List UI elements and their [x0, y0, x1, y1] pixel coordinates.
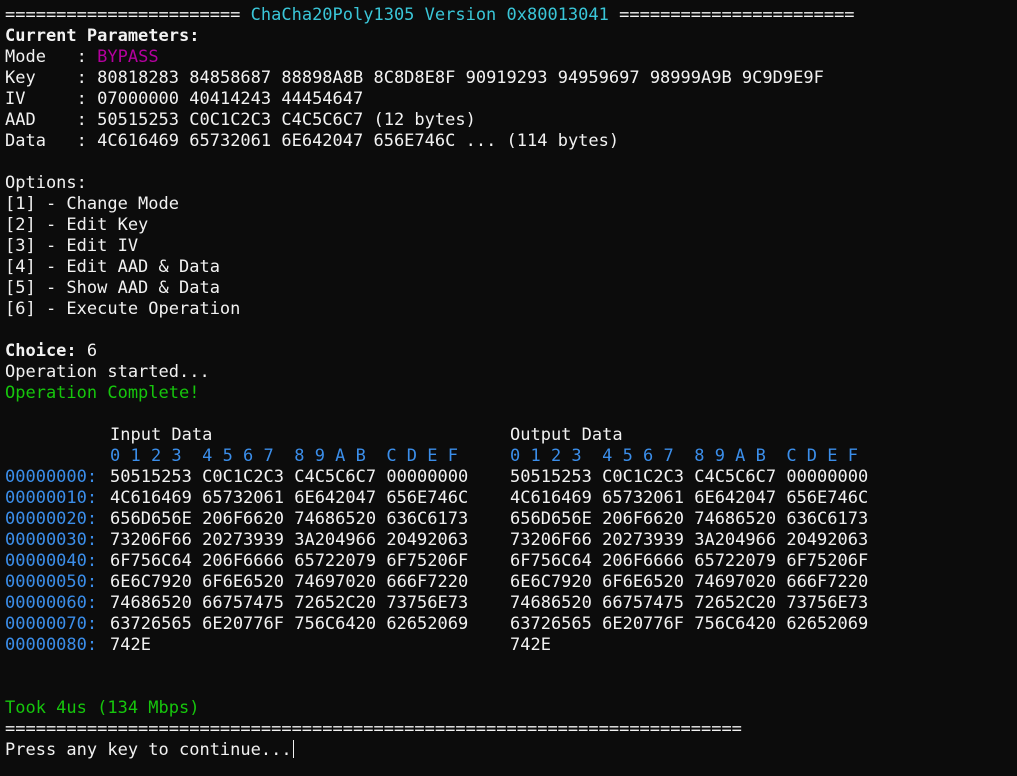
header-banner: ======================= ChaCha20Poly1305…	[5, 5, 1017, 26]
dump-row: 00000080: 742E 742E	[5, 635, 1017, 656]
output-hex: 656D656E 206F6620 74686520 636C6173	[510, 509, 869, 529]
param-row-mode: Mode : BYPASS	[5, 47, 1017, 68]
option-edit-iv: [3] - Edit IV	[5, 236, 139, 256]
row-address: 00000030:	[5, 530, 98, 550]
option-show-aad-data: [5] - Show AAD & Data	[5, 278, 220, 298]
data-value: 4C616469 65732061 6E642047 656E746C ... …	[97, 131, 620, 151]
params-heading: Current Parameters:	[5, 26, 200, 46]
dump-row: 00000050: 6E6C7920 6F6E6520 74697020 666F…	[5, 572, 1017, 593]
output-hex: 742E	[510, 635, 551, 655]
output-hex: 6E6C7920 6F6E6520 74697020 666F7220	[510, 572, 869, 592]
output-hex: 73206F66 20273939 3A204966 20492063	[510, 530, 869, 550]
param-row-key: Key : 80818283 84858687 88898A8B 8C8D8E8…	[5, 68, 1017, 89]
input-hex: 63726565 6E20776F 756C6420 62652069	[110, 614, 469, 634]
param-label: Key	[5, 68, 77, 88]
dump-row: 00000000: 50515253 C0C1C2C3 C4C5C6C7 0000…	[5, 467, 1017, 488]
option-execute-operation: [6] - Execute Operation	[5, 299, 241, 319]
param-separator: :	[76, 68, 98, 88]
output-hex: 63726565 6E20776F 756C6420 62652069	[510, 614, 869, 634]
choice-label: Choice:	[5, 341, 77, 361]
row-address: 00000040:	[5, 551, 98, 571]
choice-line: Choice: 6	[5, 341, 1017, 362]
aad-value: 50515253 C0C1C2C3 C4C5C6C7 (12 bytes)	[97, 110, 476, 130]
input-hex-header: 0 1 2 3 4 5 6 7 8 9 A B C D E F	[110, 446, 458, 466]
dump-row: 00000010: 4C616469 65732061 6E642047 656E…	[5, 488, 1017, 509]
row-address: 00000080:	[5, 635, 98, 655]
header-title: ChaCha20Poly1305 Version 0x80013041	[250, 5, 609, 25]
option-change-mode: [1] - Change Mode	[5, 194, 179, 214]
header-left-rule: =======================	[5, 5, 241, 25]
row-address: 00000020:	[5, 509, 98, 529]
dump-row: 00000060: 74686520 66757475 72652C20 7375…	[5, 593, 1017, 614]
operation-started: Operation started...	[5, 362, 210, 382]
param-row-iv: IV : 07000000 40414243 44454647	[5, 89, 1017, 110]
output-hex: 6F756C64 206F6666 65722079 6F75206F	[510, 551, 869, 571]
param-row-aad: AAD : 50515253 C0C1C2C3 C4C5C6C7 (12 byt…	[5, 110, 1017, 131]
param-separator: :	[76, 110, 98, 130]
row-address: 00000050:	[5, 572, 98, 592]
output-data-title: Output Data	[510, 425, 623, 445]
input-hex: 6F756C64 206F6666 65722079 6F75206F	[110, 551, 469, 571]
input-hex: 74686520 66757475 72652C20 73756E73	[110, 593, 469, 613]
mode-value: BYPASS	[97, 47, 159, 67]
operation-complete: Operation Complete!	[5, 383, 200, 403]
dump-hex-header: 0 1 2 3 4 5 6 7 8 9 A B C D E F 0 1 2 3 4…	[5, 446, 1017, 467]
param-label: Mode	[5, 47, 77, 67]
input-hex: 656D656E 206F6620 74686520 636C6173	[110, 509, 469, 529]
input-hex: 50515253 C0C1C2C3 C4C5C6C7 00000000	[110, 467, 469, 487]
key-value: 80818283 84858687 88898A8B 8C8D8E8F 9091…	[97, 68, 824, 88]
continue-prompt[interactable]: Press any key to continue...	[5, 740, 1017, 761]
option-edit-aad-data: [4] - Edit AAD & Data	[5, 257, 220, 277]
param-row-data: Data : 4C616469 65732061 6E642047 656E74…	[5, 131, 1017, 152]
param-label: IV	[5, 89, 77, 109]
terminal-window[interactable]: ======================= ChaCha20Poly1305…	[0, 0, 1017, 776]
row-address: 00000000:	[5, 467, 98, 487]
param-separator: :	[76, 131, 98, 151]
dump-row: 00000040: 6F756C64 206F6666 65722079 6F75…	[5, 551, 1017, 572]
option-edit-key: [2] - Edit Key	[5, 215, 149, 235]
row-address: 00000060:	[5, 593, 98, 613]
output-hex: 4C616469 65732061 6E642047 656E746C	[510, 488, 869, 508]
input-data-title: Input Data	[110, 425, 213, 445]
param-label: Data	[5, 131, 77, 151]
row-address: 00000010:	[5, 488, 98, 508]
options-heading: Options:	[5, 173, 87, 193]
param-separator: :	[76, 47, 98, 67]
choice-value: 6	[76, 341, 98, 361]
header-right-rule: =======================	[619, 5, 855, 25]
param-label: AAD	[5, 110, 77, 130]
output-hex: 50515253 C0C1C2C3 C4C5C6C7 00000000	[510, 467, 869, 487]
dump-titles: Input Data Output Data	[5, 425, 1017, 446]
dump-row: 00000070: 63726565 6E20776F 756C6420 6265…	[5, 614, 1017, 635]
input-hex: 742E	[110, 635, 151, 655]
input-hex: 73206F66 20273939 3A204966 20492063	[110, 530, 469, 550]
text-cursor	[292, 740, 294, 758]
dump-row: 00000030: 73206F66 20273939 3A204966 2049…	[5, 530, 1017, 551]
input-hex: 4C616469 65732061 6E642047 656E746C	[110, 488, 469, 508]
input-hex: 6E6C7920 6F6E6520 74697020 666F7220	[110, 572, 469, 592]
row-address: 00000070:	[5, 614, 98, 634]
dump-row: 00000020: 656D656E 206F6620 74686520 636C…	[5, 509, 1017, 530]
param-separator: :	[76, 89, 98, 109]
timing-line: Took 4us (134 Mbps)	[5, 698, 200, 718]
output-hex-header: 0 1 2 3 4 5 6 7 8 9 A B C D E F	[510, 446, 858, 466]
output-hex: 74686520 66757475 72652C20 73756E73	[510, 593, 869, 613]
footer-rule: ========================================…	[5, 719, 742, 739]
iv-value: 07000000 40414243 44454647	[97, 89, 364, 109]
continue-text: Press any key to continue...	[5, 740, 292, 760]
